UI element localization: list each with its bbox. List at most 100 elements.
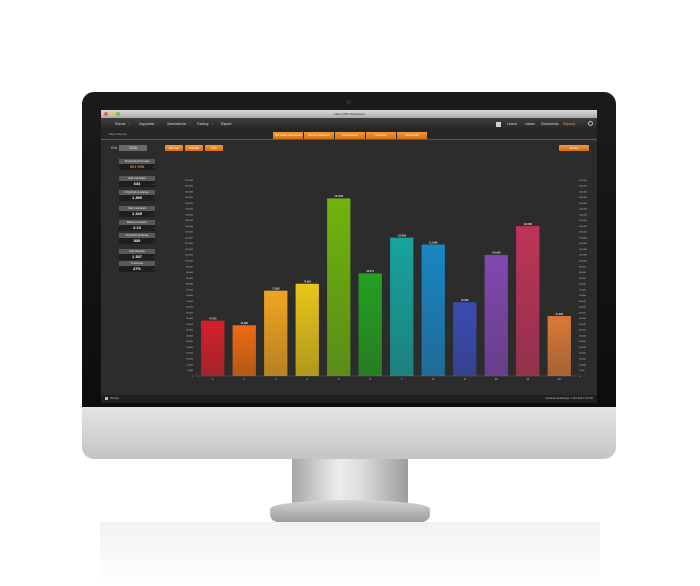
y2-tick-label: 20,000: [579, 353, 586, 355]
y2-tick-label: 150,000: [579, 203, 588, 205]
bar-1[interactable]: [201, 320, 225, 376]
y-tick-label: 80,000: [186, 284, 193, 286]
y-tick-label: 75,000: [186, 289, 193, 291]
y-tick-label: 125,000: [185, 232, 194, 234]
y2-tick-label: 5,000: [579, 370, 585, 372]
y-tick-label: 35,000: [186, 335, 193, 337]
monitor-chin: [82, 407, 616, 459]
y2-tick-label: 80,000: [579, 284, 586, 286]
y2-tick-label: 120,000: [579, 237, 588, 239]
y2-tick-label: 170,000: [579, 180, 588, 182]
y-tick-label: 65,000: [186, 301, 193, 303]
screen: Cabis CRM Dashboard Klienci › Zapytania › …: [101, 110, 597, 403]
y2-tick-label: 85,000: [579, 278, 586, 280]
y-tick-label: 5,000: [188, 370, 194, 372]
x-tick-label: 7: [401, 377, 403, 381]
bar-9[interactable]: [453, 302, 477, 376]
y-tick-label: 130,000: [185, 226, 194, 228]
y2-tick-label: 145,000: [579, 209, 588, 211]
bar-value-label: 129,888: [523, 223, 532, 226]
y-tick-label: 30,000: [186, 341, 193, 343]
y2-tick-label: 55,000: [579, 312, 586, 314]
y-tick-label: 55,000: [186, 312, 193, 314]
bar-5[interactable]: [327, 198, 351, 376]
y2-tick-label: 40,000: [579, 330, 586, 332]
y2-tick-label: 115,000: [579, 243, 588, 245]
bar-chart: 0 0 5,000 5,000 10,000 10,000 15,000 15,000 20,0…: [185, 180, 588, 381]
y-tick-label: 120,000: [185, 237, 194, 239]
y-tick-label: 150,000: [185, 203, 194, 205]
y2-tick-label: 165,000: [579, 186, 588, 188]
y-tick-label: 60,000: [186, 307, 193, 309]
bar-6[interactable]: [358, 273, 382, 376]
y-tick-label: 110,000: [185, 249, 194, 251]
x-tick-label: 6: [370, 377, 372, 381]
y2-tick-label: 45,000: [579, 324, 586, 326]
y2-tick-label: 35,000: [579, 335, 586, 337]
y2-tick-label: 155,000: [579, 197, 588, 199]
bar-8[interactable]: [421, 244, 445, 376]
y2-tick-label: 135,000: [579, 220, 588, 222]
bar-2[interactable]: [232, 325, 256, 376]
bar-value-label: 88,874: [367, 270, 375, 273]
y-tick-label: 40,000: [186, 330, 193, 332]
y-tick-label: 170,000: [185, 180, 194, 182]
y-tick-label: 15,000: [186, 359, 193, 361]
status-left-text: Bieżący: [110, 397, 120, 400]
x-tick-label: 5: [338, 377, 340, 381]
y2-tick-label: 70,000: [579, 295, 586, 297]
x-tick-label: 2: [244, 377, 246, 381]
y2-tick-label: 0: [579, 376, 581, 378]
y2-tick-label: 90,000: [579, 272, 586, 274]
bar-value-label: 113,888: [429, 241, 438, 244]
x-tick-label: 8: [433, 377, 435, 381]
y2-tick-label: 130,000: [579, 226, 588, 228]
bar-11[interactable]: [516, 226, 540, 376]
bar-7[interactable]: [390, 237, 414, 376]
y-tick-label: 160,000: [185, 191, 194, 193]
y-tick-label: 85,000: [186, 278, 193, 280]
y-tick-label: 100,000: [185, 261, 194, 263]
monitor-stand-foot: [270, 500, 430, 522]
x-tick-label: 12: [558, 377, 561, 381]
y2-tick-label: 125,000: [579, 232, 588, 234]
last-update-text: Ostatnia aktualizacja: 1.06.2016 17:00:4…: [545, 397, 593, 400]
monitor: Cabis CRM Dashboard Klienci › Zapytania › …: [0, 0, 700, 586]
bar-10[interactable]: [484, 254, 508, 376]
bar-3[interactable]: [264, 290, 288, 376]
y-tick-label: 10,000: [186, 364, 193, 366]
x-tick-label: 9: [464, 377, 466, 381]
camera: [346, 100, 351, 105]
y2-tick-label: 50,000: [579, 318, 586, 320]
y2-tick-label: 10,000: [579, 364, 586, 366]
bar-value-label: 79,888: [304, 281, 312, 284]
bar-value-label: 43,888: [241, 322, 249, 325]
status-bar: Bieżący Ostatnia aktualizacja: 1.06.2016…: [101, 395, 597, 403]
y-tick-label: 45,000: [186, 324, 193, 326]
y-tick-label: 90,000: [186, 272, 193, 274]
floor-shadow: [100, 522, 600, 586]
y2-tick-label: 105,000: [579, 255, 588, 257]
y-tick-label: 70,000: [186, 295, 193, 297]
y2-tick-label: 25,000: [579, 347, 586, 349]
y-tick-label: 135,000: [185, 220, 194, 222]
bar-4[interactable]: [295, 283, 319, 376]
y2-tick-label: 140,000: [579, 214, 588, 216]
y-tick-label: 95,000: [186, 266, 193, 268]
y2-tick-label: 160,000: [579, 191, 588, 193]
status-icon: [105, 397, 108, 400]
y-tick-label: 155,000: [185, 197, 194, 199]
bar-value-label: 63,888: [461, 299, 469, 302]
x-tick-label: 3: [275, 377, 277, 381]
y-tick-label: 50,000: [186, 318, 193, 320]
y2-tick-label: 30,000: [579, 341, 586, 343]
y-tick-label: 105,000: [185, 255, 194, 257]
y2-tick-label: 60,000: [579, 307, 586, 309]
y2-tick-label: 100,000: [579, 261, 588, 263]
x-tick-label: 11: [526, 377, 529, 381]
bar-value-label: 47,999: [209, 317, 217, 320]
bar-12[interactable]: [547, 316, 571, 376]
bar-value-label: 119,888: [398, 234, 407, 237]
y2-tick-label: 15,000: [579, 359, 586, 361]
bar-value-label: 73,888: [272, 287, 280, 290]
